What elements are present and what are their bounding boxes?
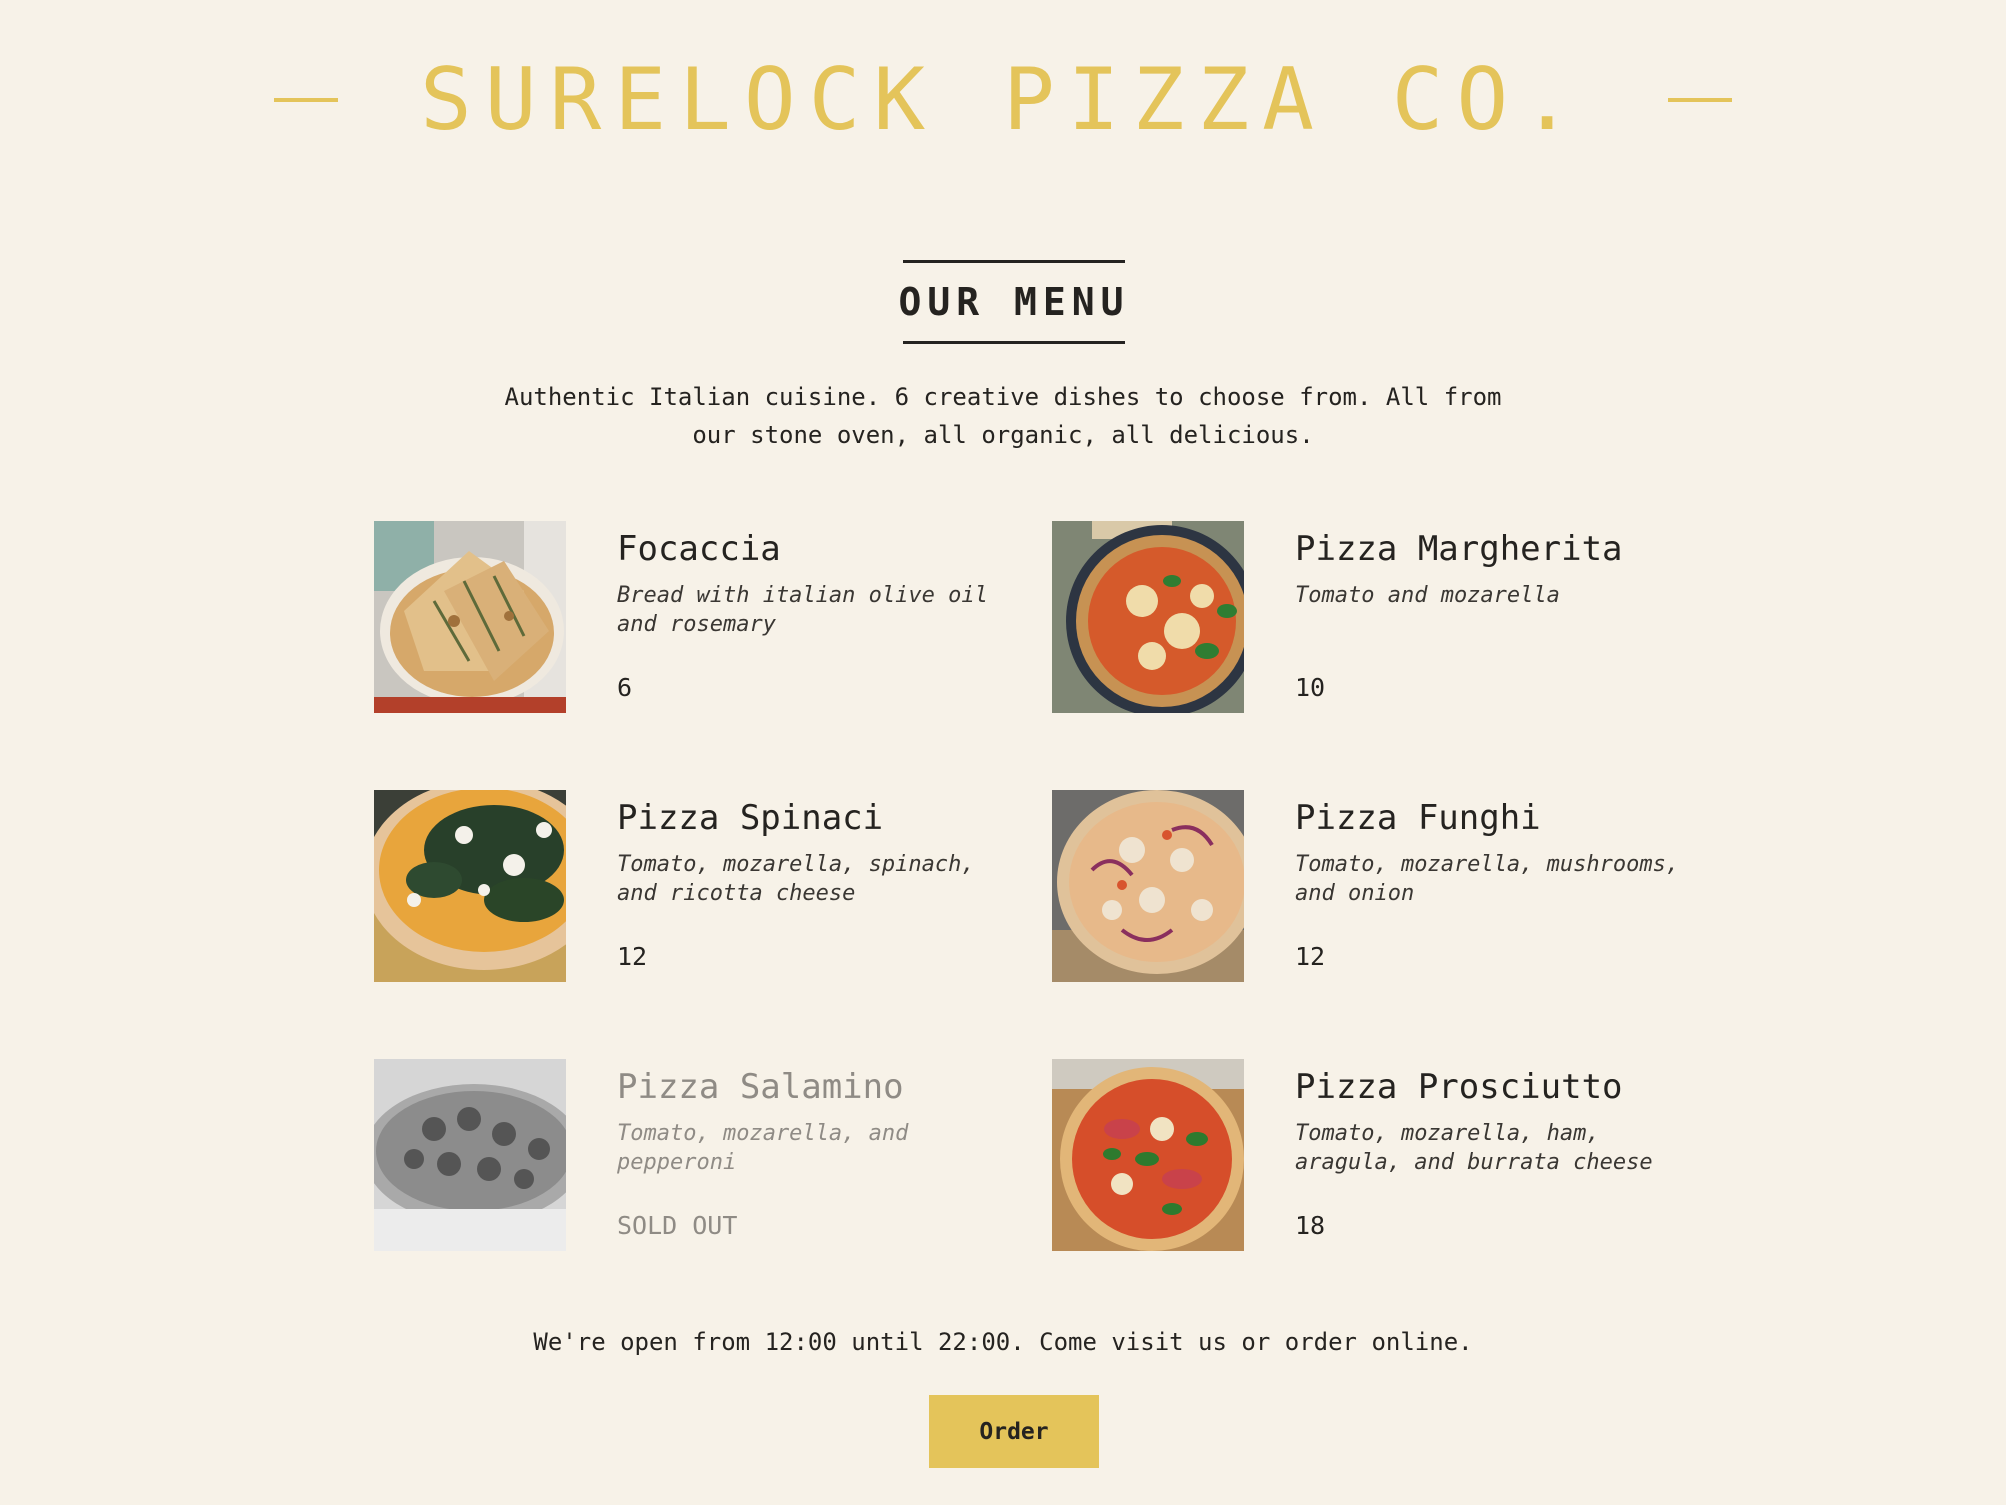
menu-item-margherita: Pizza Margherita Tomato and mozarella 10 [1052, 521, 1692, 713]
brand-title: SURELOCK PIZZA CO. [420, 50, 1586, 150]
spinaci-info: Pizza Spinaci Tomato, mozarella, spinach… [617, 790, 1017, 982]
header-left-rule [274, 98, 338, 102]
salamino-photo [374, 1059, 566, 1251]
site-header: SURELOCK PIZZA CO. [0, 40, 2006, 160]
dish-description: Tomato, mozarella, mushrooms, and onion [1295, 852, 1680, 906]
menu-item-focaccia: Focaccia Bread with italian olive oil an… [374, 521, 1014, 713]
dish-name: Pizza Prosciutto [1295, 1067, 1623, 1107]
prosciutto-info: Pizza Prosciutto Tomato, mozarella, ham,… [1295, 1059, 1695, 1251]
menu-item-prosciutto: Pizza Prosciutto Tomato, mozarella, ham,… [1052, 1059, 1692, 1251]
menu-item-spinaci: Pizza Spinaci Tomato, mozarella, spinach… [374, 790, 1014, 982]
dish-description: Tomato, mozarella, spinach, and ricotta … [617, 852, 975, 906]
spinaci-photo [374, 790, 566, 982]
dish-price: 12 [1295, 942, 1326, 971]
page: SURELOCK PIZZA CO. OUR MENU Authentic It… [0, 0, 2006, 1505]
menu-section-title: OUR MENU [898, 259, 1125, 344]
dish-name: Focaccia [617, 529, 781, 569]
dish-name: Pizza Margherita [1295, 529, 1623, 569]
header-right-rule [1667, 98, 1732, 102]
dish-name: Pizza Funghi [1295, 798, 1541, 838]
dish-price: 6 [617, 673, 633, 702]
menu-item-funghi: Pizza Funghi Tomato, mozarella, mushroom… [1052, 790, 1692, 982]
dish-description: Tomato, mozarella, ham, aragula, and bur… [1295, 1121, 1653, 1175]
sold-out-label: SOLD OUT [617, 1211, 738, 1240]
funghi-info: Pizza Funghi Tomato, mozarella, mushroom… [1295, 790, 1695, 982]
dish-price: 18 [1295, 1211, 1326, 1240]
dish-price: 12 [617, 942, 648, 971]
focaccia-info: Focaccia Bread with italian olive oil an… [617, 521, 1017, 713]
dish-name: Pizza Salamino [617, 1067, 904, 1107]
dish-description: Tomato and mozarella [1295, 583, 1560, 608]
focaccia-photo [374, 521, 566, 713]
dish-name: Pizza Spinaci [617, 798, 884, 838]
prosciutto-photo [1052, 1059, 1244, 1251]
menu-intro: Authentic Italian cuisine. 6 creative di… [504, 383, 1502, 449]
opening-hours: We're open from 12:00 until 22:00. Come … [533, 1328, 1473, 1356]
funghi-photo [1052, 790, 1244, 982]
margherita-info: Pizza Margherita Tomato and mozarella 10 [1295, 521, 1695, 713]
salamino-info: Pizza Salamino Tomato, mozarella, and pe… [617, 1059, 1017, 1251]
menu-item-salamino: Pizza Salamino Tomato, mozarella, and pe… [374, 1059, 1014, 1251]
margherita-photo [1052, 521, 1244, 713]
dish-price: 10 [1295, 673, 1326, 702]
dish-description: Tomato, mozarella, and pepperoni [617, 1121, 909, 1175]
dish-description: Bread with italian olive oil and rosemar… [617, 583, 988, 637]
order-button[interactable]: Order [929, 1395, 1099, 1468]
